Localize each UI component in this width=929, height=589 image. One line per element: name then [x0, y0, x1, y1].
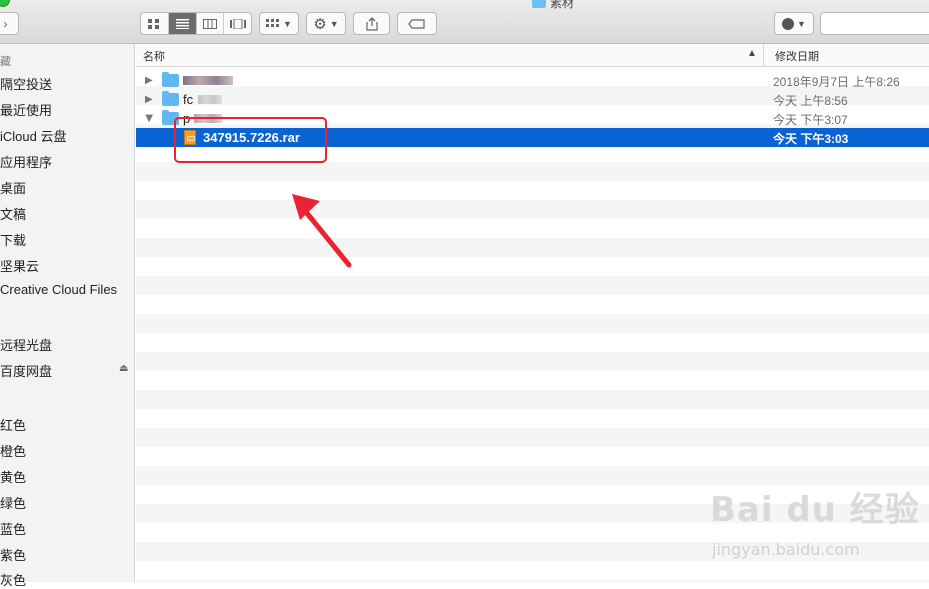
sidebar-tag-yellow[interactable]: 黄色 — [0, 467, 26, 486]
share-button[interactable] — [353, 12, 390, 35]
chevron-down-icon: ▼ — [283, 18, 292, 29]
list-view-icon — [175, 18, 189, 29]
sidebar-item-baidu-netdisk[interactable]: 百度网盘 — [0, 361, 52, 380]
sidebar-item-recents[interactable]: 最近使用 — [0, 100, 52, 119]
list-header: 名称 ▲ 修改日期 — [136, 44, 929, 67]
folder-icon — [162, 91, 179, 106]
eject-icon[interactable]: ⏏ — [119, 363, 128, 374]
file-date: 今天 上午8:56 — [773, 94, 848, 108]
sidebar-tag-blue[interactable]: 蓝色 — [0, 519, 26, 538]
sidebar-tag-green[interactable]: 绿色 — [0, 493, 26, 512]
sidebar-tag-red[interactable]: 红色 — [0, 415, 26, 434]
share-icon — [365, 16, 378, 31]
disclosure-triangle-icon[interactable]: ▶ — [145, 75, 153, 86]
cover-flow-icon — [229, 18, 246, 29]
chevron-down-icon: ▼ — [797, 18, 806, 29]
arrange-button[interactable]: ▼ — [259, 12, 299, 35]
grid-view-button[interactable] — [141, 13, 169, 34]
action-button[interactable]: ⚙ ▼ — [306, 12, 346, 35]
search-input[interactable] — [820, 12, 929, 35]
sidebar-tag-purple[interactable]: 紫色 — [0, 545, 26, 564]
disclosure-triangle-icon[interactable]: ▶ — [143, 115, 154, 123]
watermark: Bai du 经验 — [710, 490, 920, 530]
toolbar: 素材 › ▼ ⚙ ▼ ▼ — [0, 0, 929, 44]
grid-view-icon — [148, 18, 160, 29]
cover-flow-button[interactable] — [224, 13, 251, 34]
file-date: 今天 下午3:03 — [773, 132, 849, 146]
column-view-button[interactable] — [196, 13, 225, 34]
column-divider[interactable] — [763, 44, 764, 66]
list-item[interactable]: ▶ fc 今天 上午8:56 — [136, 90, 929, 109]
sidebar-item-airdrop[interactable]: 隔空投送 — [0, 74, 52, 93]
sort-ascending-icon: ▲ — [747, 48, 757, 59]
sidebar: 藏 隔空投送 最近使用 iCloud 云盘 应用程序 桌面 文稿 下载 坚果云 … — [0, 44, 135, 588]
chevron-right-icon: › — [3, 16, 8, 31]
chevron-down-icon: ▼ — [329, 18, 339, 29]
redacted-name — [183, 76, 233, 85]
back-button[interactable]: › — [0, 12, 19, 35]
list-item[interactable]: ▶ 2018年9月7日 上午8:26 — [136, 71, 929, 90]
tag-icon — [408, 18, 425, 29]
disclosure-triangle-icon[interactable]: ▶ — [145, 94, 153, 105]
annotation-highlight-box — [174, 117, 327, 163]
sidebar-item-jianguoyun[interactable]: 坚果云 — [0, 256, 39, 275]
sidebar-item-creative-cloud[interactable]: Creative Cloud Files — [0, 282, 117, 297]
watermark-url: jingyan.baidu.com — [712, 540, 860, 559]
tag-button[interactable] — [397, 12, 437, 35]
sidebar-item-applications[interactable]: 应用程序 — [0, 152, 52, 171]
window-title: 素材 — [532, 0, 574, 11]
app-menu-button[interactable]: ▼ — [774, 12, 814, 35]
redacted-name — [198, 95, 222, 104]
app-icon — [782, 17, 795, 30]
file-name: fc — [183, 92, 194, 107]
view-mode-segmented-control — [140, 12, 252, 35]
folder-icon — [532, 0, 546, 8]
zoom-window-button[interactable] — [0, 0, 10, 7]
sidebar-section-favorites-heading: 藏 — [0, 56, 11, 68]
sidebar-item-remote-disc[interactable]: 远程光盘 — [0, 335, 52, 354]
sidebar-tag-orange[interactable]: 橙色 — [0, 441, 26, 460]
sidebar-item-documents[interactable]: 文稿 — [0, 204, 26, 223]
sidebar-tag-gray[interactable]: 灰色 — [0, 570, 26, 589]
arrange-icon — [266, 18, 280, 27]
sidebar-item-downloads[interactable]: 下载 — [0, 230, 26, 249]
sidebar-item-icloud-drive[interactable]: iCloud 云盘 — [0, 126, 66, 145]
list-view-button[interactable] — [168, 13, 197, 34]
folder-icon — [162, 72, 179, 87]
column-header-date-modified[interactable]: 修改日期 — [775, 48, 819, 64]
column-view-icon — [202, 18, 217, 29]
column-header-name[interactable]: 名称 — [143, 48, 165, 64]
file-date: 2018年9月7日 上午8:26 — [773, 75, 900, 89]
annotation-arrow-icon — [292, 194, 352, 268]
file-date: 今天 下午3:07 — [773, 113, 848, 127]
sidebar-item-desktop[interactable]: 桌面 — [0, 178, 26, 197]
gear-icon: ⚙ — [313, 15, 327, 33]
